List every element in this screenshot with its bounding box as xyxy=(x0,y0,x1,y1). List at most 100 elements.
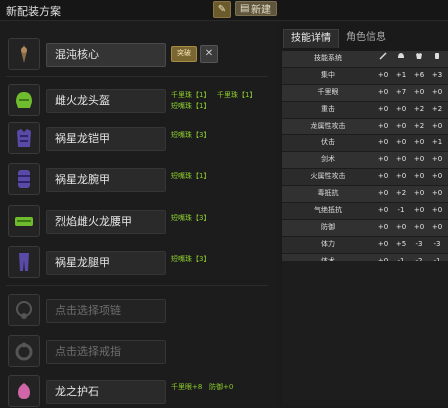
skill-value: +0 xyxy=(377,70,389,79)
table-row: 火属性攻击 +0 +0 +0 +0 xyxy=(282,169,448,187)
tab-character-info[interactable]: 角色信息 xyxy=(339,29,393,47)
skill-name: 防御 xyxy=(321,222,335,231)
skill-value: +0 xyxy=(413,222,425,231)
skill-value: +0 xyxy=(377,222,389,231)
skill-value: +0 xyxy=(395,121,407,130)
equipment-name[interactable]: 烈焰雌火龙腰甲 xyxy=(46,210,166,234)
skill-value: +0 xyxy=(377,206,389,215)
skill-value: +0 xyxy=(431,121,443,130)
leg-icon xyxy=(8,246,40,278)
skill-value: +2 xyxy=(431,104,443,113)
skill-value: -3 xyxy=(433,239,441,248)
table-header: 技能系统 xyxy=(282,51,448,68)
weapon-icon xyxy=(8,38,40,70)
ring-icon xyxy=(8,335,40,367)
decoration-tag: 短嘴珠【3】 xyxy=(171,131,211,139)
chest-icon xyxy=(8,122,40,154)
skill-name: 剑术 xyxy=(321,155,335,164)
edit-button[interactable]: ✎ xyxy=(213,1,231,18)
table-row: 集中 +0 +1 +6 +3 xyxy=(282,67,448,85)
detail-panel: 技能详情 角色信息 技能系统 集中 +0 +1 +6 +3 千里眼 +0 +7 +0 +0 重击 +0… xyxy=(279,21,448,405)
equipment-slot-helmet[interactable]: 雌火龙头盔 千里珠【1】 千里珠【1】 短嘴珠【1】 xyxy=(6,84,268,117)
chest-icon xyxy=(410,51,428,67)
skill-value: +5 xyxy=(395,239,407,248)
skill-value: +0 xyxy=(431,206,443,215)
skill-value: +0 xyxy=(395,155,407,164)
skill-name: 体力 xyxy=(321,239,335,248)
remove-button[interactable]: ✕ xyxy=(200,45,218,63)
decoration-tag: 千里珠【1】 xyxy=(171,91,211,99)
pencil-icon: ✎ xyxy=(217,4,227,15)
equipment-panel: 混沌核心 突破 ✕ 雌火龙头盔 千里珠【1】 千里珠【1】 短嘴珠【1】 祸星龙… xyxy=(0,21,276,408)
skill-value: +0 xyxy=(377,87,389,96)
decoration-tag: 短嘴珠【1】 xyxy=(171,172,211,180)
equipment-name[interactable]: 祸星龙腕甲 xyxy=(46,168,166,192)
waist-icon xyxy=(8,205,40,237)
skill-value: +0 xyxy=(413,172,425,181)
skill-name: 火属性攻击 xyxy=(310,172,346,181)
skill-value: +0 xyxy=(395,222,407,231)
equipment-slot-necklace[interactable]: 点击选择项链 xyxy=(6,294,268,327)
decoration-tag: 千里珠【1】 xyxy=(217,91,257,99)
charm-icon xyxy=(8,375,40,407)
charm-skill-tag: 千里眼+8 xyxy=(171,383,203,391)
new-button[interactable]: ▤ 新建 xyxy=(235,1,277,16)
necklace-icon xyxy=(8,294,40,326)
equipment-name[interactable]: 混沌核心 xyxy=(46,43,166,67)
equipment-slot-charm[interactable]: 龙之护石 千里眼+8 防御+0 xyxy=(6,375,268,408)
skill-name: 重击 xyxy=(321,104,335,113)
skill-value: +0 xyxy=(377,239,389,248)
new-button-label: 新建 xyxy=(251,5,271,16)
equipment-name[interactable]: 龙之护石 xyxy=(46,380,166,404)
equipment-slot-ring[interactable]: 点击选择戒指 xyxy=(6,335,268,368)
skill-name: 千里眼 xyxy=(317,87,339,96)
title-bar: 新配装方案 ✎ ▤ 新建 xyxy=(0,0,448,21)
skill-value: +0 xyxy=(377,172,389,181)
equipment-slot-legs[interactable]: 祸星龙腿甲 短嘴珠【3】 xyxy=(6,246,268,279)
skill-value: +0 xyxy=(377,155,389,164)
equipment-slot-waist[interactable]: 烈焰雌火龙腰甲 短嘴珠【3】 xyxy=(6,205,268,238)
table-row: 千里眼 +0 +7 +0 +0 xyxy=(282,84,448,102)
skill-value: +1 xyxy=(395,70,407,79)
ring-select-field[interactable]: 点击选择戒指 xyxy=(46,340,166,364)
skill-value: +0 xyxy=(413,87,425,96)
document-icon: ▤ xyxy=(240,3,250,14)
necklace-select-field[interactable]: 点击选择项链 xyxy=(46,299,166,323)
window-title: 新配装方案 xyxy=(6,5,61,18)
skill-value: +3 xyxy=(431,70,443,79)
decoration-tag: 短嘴珠【3】 xyxy=(171,255,211,263)
helmet-icon xyxy=(8,84,40,116)
tab-bar: 技能详情 角色信息 xyxy=(279,25,448,48)
table-row: 伏击 +0 +0 +0 +1 xyxy=(282,135,448,153)
equipment-name[interactable]: 祸星龙铠甲 xyxy=(46,127,166,151)
skill-name: 毒抵抗 xyxy=(317,189,339,198)
skill-value: +2 xyxy=(395,189,407,198)
tab-skill-details[interactable]: 技能详情 xyxy=(283,29,339,48)
empty-area xyxy=(282,261,448,405)
table-row: 毒抵抗 +0 +2 +0 +0 xyxy=(282,186,448,204)
skill-name: 气绝抵抗 xyxy=(314,206,342,215)
table-row: 剑术 +0 +0 +0 +0 xyxy=(282,152,448,170)
equipment-name[interactable]: 祸星龙腿甲 xyxy=(46,251,166,275)
skill-value: +0 xyxy=(377,121,389,130)
skill-name: 伏击 xyxy=(321,138,335,147)
sword-icon xyxy=(374,51,392,67)
arm-icon xyxy=(8,163,40,195)
skill-value: +2 xyxy=(413,121,425,130)
column-header-skill-system: 技能系统 xyxy=(314,54,342,62)
equipment-slot-weapon[interactable]: 混沌核心 突破 ✕ xyxy=(6,38,268,71)
break-limit-button[interactable]: 突破 xyxy=(171,46,197,62)
skill-value: +0 xyxy=(377,189,389,198)
divider xyxy=(6,285,268,286)
equipment-name[interactable]: 雌火龙头盔 xyxy=(46,89,166,113)
charm-skill-tag: 防御+0 xyxy=(209,383,234,391)
equipment-slot-chest[interactable]: 祸星龙铠甲 短嘴珠【3】 xyxy=(6,122,268,155)
equipment-slot-arm[interactable]: 祸星龙腕甲 短嘴珠【1】 xyxy=(6,163,268,196)
skill-name: 龙属性攻击 xyxy=(310,121,346,130)
skill-value: +0 xyxy=(431,222,443,231)
skill-value: +1 xyxy=(431,138,443,147)
skill-name: 集中 xyxy=(321,70,335,79)
skill-value: +0 xyxy=(413,206,425,215)
skill-value: -1 xyxy=(397,206,405,215)
skill-value: +2 xyxy=(413,104,425,113)
